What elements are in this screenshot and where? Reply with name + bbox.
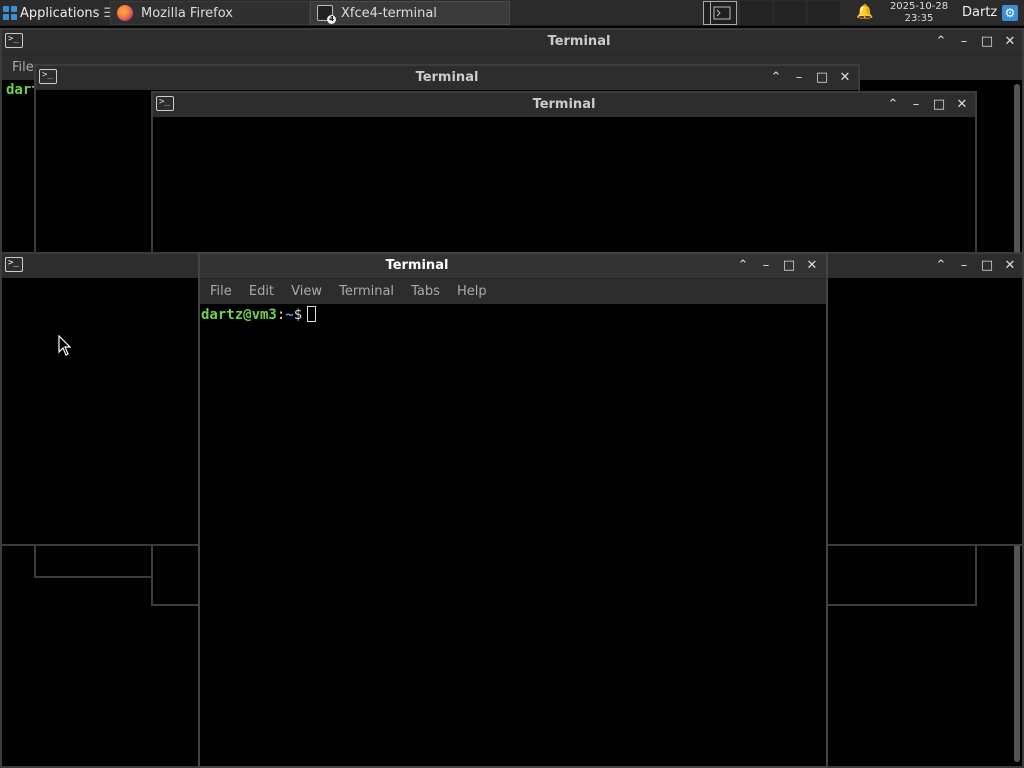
- menu-terminal[interactable]: Terminal: [333, 279, 400, 305]
- xfce-logo-icon: [3, 6, 17, 20]
- window-menubar: File Edit View Terminal Tabs Help: [200, 278, 826, 305]
- workspace-3[interactable]: [774, 1, 806, 25]
- workspace-2[interactable]: [740, 1, 772, 25]
- maximize-button[interactable]: □: [778, 254, 800, 278]
- close-button[interactable]: ✕: [999, 254, 1021, 278]
- taskbar-item-firefox[interactable]: Mozilla Firefox: [110, 1, 310, 25]
- prompt-user: dartz@vm3: [201, 307, 277, 323]
- minimize-button[interactable]: –: [788, 66, 810, 90]
- close-button[interactable]: ✕: [951, 93, 973, 117]
- shade-button[interactable]: ⌃: [930, 254, 952, 278]
- clock-date: 2025-10-28: [889, 1, 949, 12]
- applications-menu-button[interactable]: Applications ☰: [0, 0, 121, 26]
- taskbar-item-terminal[interactable]: 4 Xfce4-terminal: [310, 1, 510, 25]
- minimize-button[interactable]: –: [905, 93, 927, 117]
- window-count-badge: 4: [327, 15, 336, 24]
- terminal-app-icon: >_: [5, 33, 23, 48]
- menu-edit[interactable]: Edit: [243, 279, 280, 305]
- terminal-app-icon: >_: [5, 257, 23, 272]
- menu-file[interactable]: File: [204, 279, 238, 305]
- menu-tabs[interactable]: Tabs: [405, 279, 446, 305]
- workspace-4[interactable]: [808, 1, 840, 25]
- workspace-pager[interactable]: [703, 1, 737, 25]
- clock[interactable]: 2025-10-28 23:35: [880, 0, 958, 26]
- close-button[interactable]: ✕: [801, 254, 823, 278]
- menu-view[interactable]: View: [285, 279, 328, 305]
- settings-gear-icon[interactable]: ⚙: [1002, 5, 1018, 21]
- maximize-button[interactable]: □: [928, 93, 950, 117]
- prompt-path: ~: [285, 307, 294, 323]
- shade-button[interactable]: ⌃: [882, 93, 904, 117]
- maximize-button[interactable]: □: [811, 66, 833, 90]
- shade-button[interactable]: ⌃: [732, 254, 754, 278]
- notification-bell-icon[interactable]: 🔔: [856, 4, 873, 22]
- prompt-dollar: $: [293, 307, 303, 323]
- terminal-icon: 4: [317, 5, 336, 24]
- maximize-button[interactable]: □: [976, 30, 998, 54]
- maximize-button[interactable]: □: [976, 254, 998, 278]
- applications-label: Applications: [20, 5, 100, 21]
- terminal-prompt: dartz@vm3:~$: [201, 306, 317, 324]
- minimize-button[interactable]: –: [953, 30, 975, 54]
- menu-help[interactable]: Help: [451, 279, 493, 305]
- taskbar-item-label: Xfce4-terminal: [341, 5, 437, 21]
- text-cursor: [307, 306, 317, 322]
- minimize-button[interactable]: –: [755, 254, 777, 278]
- close-button[interactable]: ✕: [834, 66, 856, 90]
- top-panel: Applications ☰ Mozilla Firefox 4 Xfce4-t…: [0, 0, 1024, 26]
- firefox-icon: [117, 5, 133, 21]
- terminal-area[interactable]: dartz@vm3:~$: [200, 304, 826, 766]
- window-title: Terminal: [385, 258, 449, 273]
- clock-time: 23:35: [904, 13, 934, 24]
- minimize-button[interactable]: –: [953, 254, 975, 278]
- shade-button[interactable]: ⌃: [765, 66, 787, 90]
- close-button[interactable]: ✕: [999, 30, 1021, 54]
- window-title: Terminal: [547, 34, 611, 49]
- terminal-window-active[interactable]: Terminal ⌃ – □ ✕ File Edit View Terminal…: [198, 252, 828, 768]
- mouse-pointer-icon: [58, 335, 72, 356]
- window-title: Terminal: [415, 70, 479, 85]
- user-menu[interactable]: Dartz: [962, 0, 997, 26]
- taskbar-item-label: Mozilla Firefox: [141, 5, 233, 21]
- shade-button[interactable]: ⌃: [930, 30, 952, 54]
- window-title: Terminal: [532, 97, 596, 112]
